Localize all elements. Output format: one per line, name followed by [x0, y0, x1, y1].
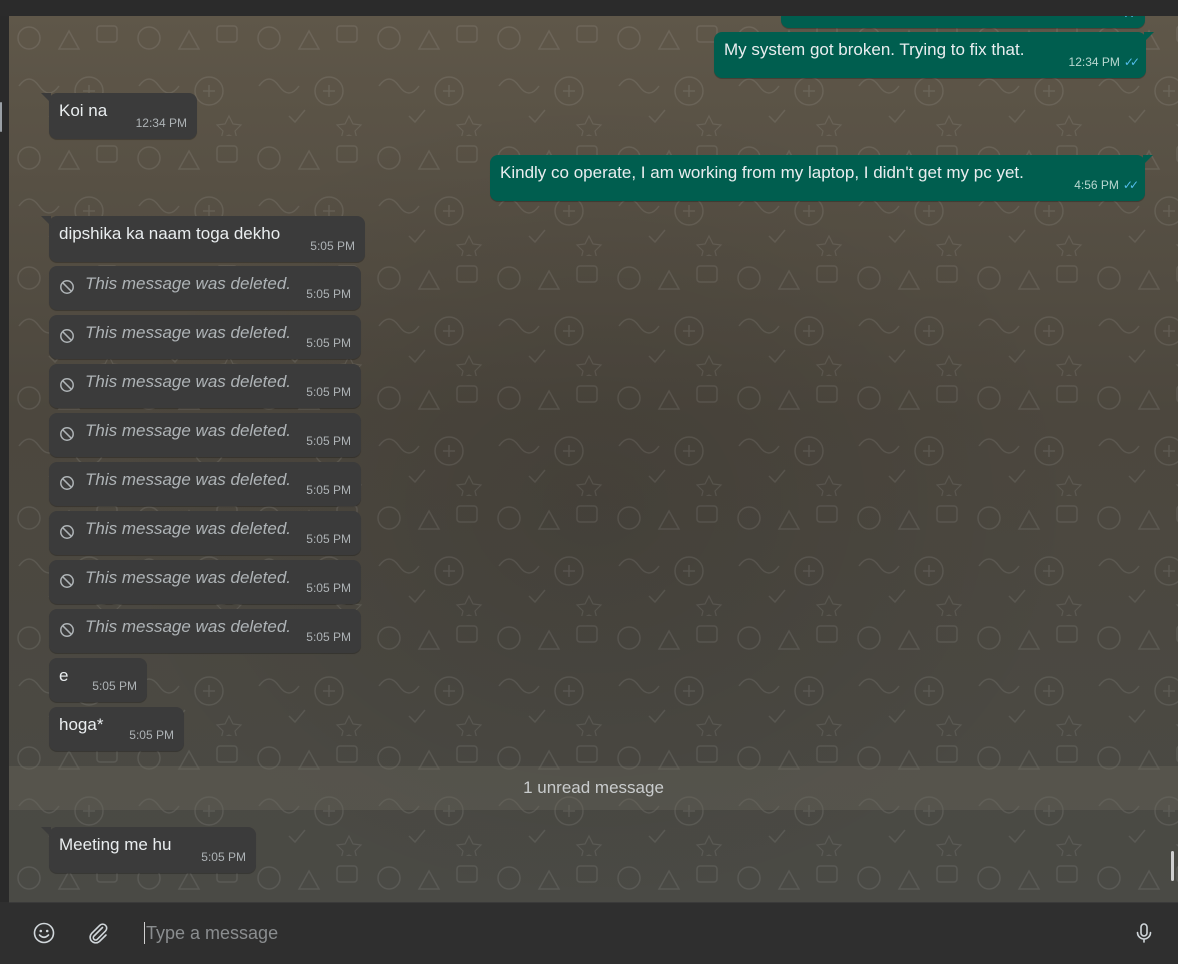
deleted-message-bubble[interactable]: This message was deleted. 5:05 PM	[49, 413, 361, 457]
read-receipt-icon: ✓✓	[1123, 16, 1139, 24]
unread-divider-label: 1 unread message	[523, 778, 664, 797]
message-time: 5:05 PM	[306, 581, 351, 595]
deleted-message-icon	[60, 378, 74, 392]
message-text: My system got broken. Trying to fix that…	[724, 40, 1025, 59]
message-meta: 5:05 PM	[306, 284, 351, 304]
message-meta: ✓✓	[1123, 16, 1139, 24]
message-text: This message was deleted.	[85, 519, 291, 538]
read-receipt-icon: ✓✓	[1122, 178, 1139, 192]
deleted-message-icon	[60, 476, 74, 490]
deleted-message-bubble[interactable]: This message was deleted. 5:05 PM	[49, 462, 361, 506]
message-time: 5:05 PM	[92, 679, 137, 693]
deleted-message-icon	[60, 427, 74, 441]
message-text: This message was deleted.	[85, 568, 291, 587]
message-time: 5:05 PM	[306, 532, 351, 546]
message-input-placeholder: Type a message	[146, 922, 279, 943]
message-text: This message was deleted.	[85, 372, 291, 391]
left-pane-edge	[0, 16, 9, 902]
deleted-message-bubble[interactable]: This message was deleted. 5:05 PM	[49, 511, 361, 555]
message-time: 5:05 PM	[310, 239, 355, 253]
unread-messages-divider: 1 unread message	[9, 766, 1178, 810]
message-text: This message was deleted.	[85, 323, 291, 342]
message-time: 5:05 PM	[306, 483, 351, 497]
message-text: Meeting me hu	[59, 835, 172, 854]
message-time: 5:05 PM	[129, 728, 174, 742]
message-meta: 5:05 PM	[306, 480, 351, 500]
message-text: Koi na	[59, 101, 108, 120]
message-time: 4:56 PM	[1074, 178, 1119, 192]
message-meta: 12:34 PM	[136, 113, 187, 133]
message-time: 5:05 PM	[306, 336, 351, 350]
deleted-message-icon	[60, 574, 74, 588]
deleted-message-icon	[60, 525, 74, 539]
message-bubble-outgoing[interactable]: My system got broken. Trying to fix that…	[714, 32, 1154, 78]
deleted-message-icon	[60, 280, 74, 294]
message-meta: 5:05 PM	[306, 529, 351, 549]
message-time: 5:05 PM	[306, 630, 351, 644]
message-bubble-incoming[interactable]: Koi na 12:34 PM	[41, 93, 197, 139]
left-edge-indicator	[0, 102, 2, 132]
deleted-message-bubble[interactable]: This message was deleted. 5:05 PM	[49, 609, 361, 653]
message-meta: 12:34 PM ✓✓	[1068, 52, 1141, 72]
conversation-panel[interactable]: ✓✓ My system got broken. Trying to fix t…	[9, 16, 1178, 902]
message-text: Kindly co operate, I am working from my …	[500, 163, 1024, 182]
message-time: 5:05 PM	[306, 287, 351, 301]
deleted-message-bubble[interactable]: This message was deleted. 5:05 PM	[49, 364, 361, 408]
message-bubble-incoming[interactable]: dipshika ka naam toga dekho 5:05 PM	[41, 216, 365, 262]
message-meta: 5:05 PM	[306, 382, 351, 402]
microphone-icon[interactable]	[1132, 921, 1156, 945]
message-bubble-incoming[interactable]: hoga* 5:05 PM	[49, 707, 184, 751]
message-time: 12:34 PM	[1068, 55, 1120, 69]
emoji-smiley-icon[interactable]	[32, 921, 56, 945]
message-meta: 5:05 PM	[306, 431, 351, 451]
message-bubble-incoming[interactable]: Meeting me hu 5:05 PM	[41, 827, 256, 873]
message-meta: 5:05 PM	[306, 578, 351, 598]
message-meta: 5:05 PM	[201, 847, 246, 867]
message-meta: 5:05 PM	[310, 236, 355, 256]
paperclip-icon[interactable]	[86, 921, 110, 945]
deleted-message-bubble[interactable]: This message was deleted. 5:05 PM	[49, 266, 361, 310]
message-text: dipshika ka naam toga dekho	[59, 224, 281, 243]
read-receipt-icon: ✓✓	[1123, 55, 1140, 69]
message-bubble-outgoing-partial[interactable]: ✓✓	[781, 16, 1145, 28]
message-input[interactable]: Type a message	[144, 917, 1104, 949]
message-text: e	[59, 666, 69, 685]
message-meta: 5:05 PM	[306, 627, 351, 647]
message-time: 5:05 PM	[306, 385, 351, 399]
chat-scrollbar-thumb[interactable]	[1171, 851, 1174, 881]
message-time: 5:05 PM	[201, 850, 246, 864]
message-time: 12:34 PM	[135, 116, 187, 130]
message-meta: 5:05 PM	[129, 725, 174, 745]
message-text: This message was deleted.	[85, 470, 291, 489]
text-caret	[144, 922, 145, 944]
message-text: This message was deleted.	[85, 421, 291, 440]
deleted-message-bubble[interactable]: This message was deleted. 5:05 PM	[49, 315, 361, 359]
message-composer: Type a message	[9, 902, 1178, 964]
deleted-message-icon	[60, 623, 74, 637]
message-bubble-outgoing[interactable]: Kindly co operate, I am working from my …	[490, 155, 1153, 201]
message-meta: 5:05 PM	[92, 676, 137, 696]
deleted-message-bubble[interactable]: This message was deleted. 5:05 PM	[49, 560, 361, 604]
message-meta: 5:05 PM	[306, 333, 351, 353]
message-bubble-incoming[interactable]: e 5:05 PM	[49, 658, 147, 702]
message-text: This message was deleted.	[85, 274, 291, 293]
deleted-message-icon	[60, 329, 74, 343]
window-top-strip	[0, 0, 1178, 17]
message-text: hoga*	[59, 715, 104, 734]
message-text: This message was deleted.	[85, 617, 291, 636]
message-meta: 4:56 PM ✓✓	[1074, 175, 1139, 195]
message-time: 5:05 PM	[306, 434, 351, 448]
